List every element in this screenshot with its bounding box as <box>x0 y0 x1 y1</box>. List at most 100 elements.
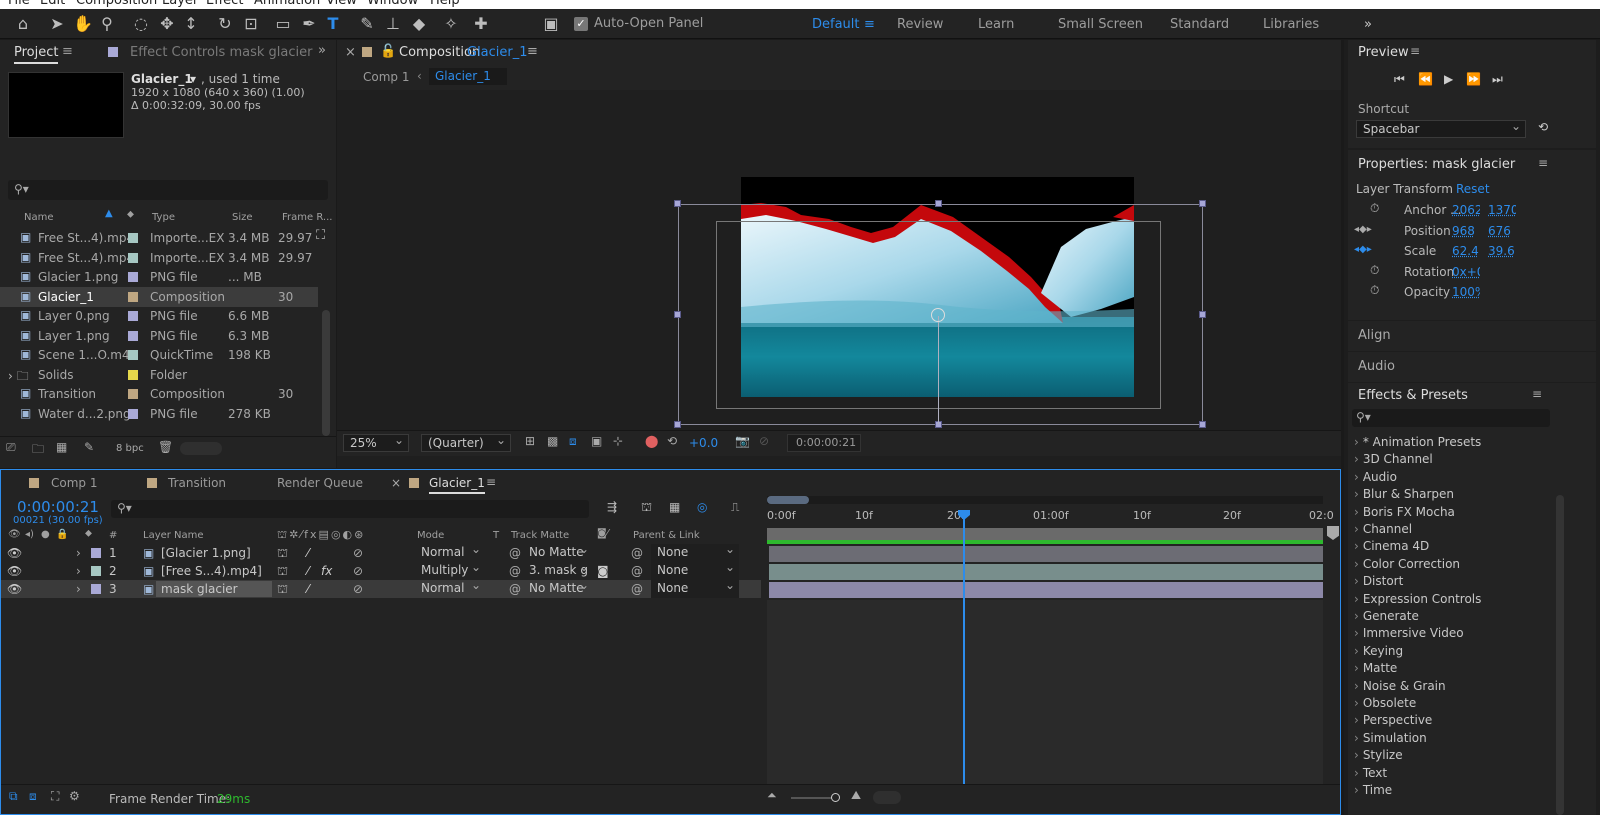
dolly-tool-icon[interactable]: ↕ <box>180 13 202 35</box>
grid-guides-icon[interactable]: ⊹ <box>613 434 623 448</box>
zoom-dropdown[interactable]: 25% <box>343 432 409 452</box>
orbit-tool-icon[interactable]: ◌ <box>130 13 152 35</box>
adjustment-switch-icon[interactable]: ⊘ <box>353 582 363 596</box>
selected-item-dropdown-icon[interactable]: ▾ <box>190 72 196 86</box>
effects-search-input[interactable]: ⚲▾ <box>1352 409 1550 427</box>
menu-help[interactable]: Help <box>430 0 460 8</box>
effects-category[interactable]: › 3D Channel <box>1354 452 1433 466</box>
stopwatch-icon[interactable]: ⏱ <box>1370 283 1379 298</box>
menu-file[interactable]: File <box>8 0 30 8</box>
type-tool-icon[interactable]: T <box>322 13 344 35</box>
effects-category[interactable]: › Audio <box>1354 470 1397 484</box>
breadcrumb-comp-1[interactable]: Comp 1 <box>363 70 409 84</box>
adjustment-switch-icon[interactable]: ⊘ <box>353 564 363 578</box>
motion-blur-icon[interactable]: ◎ <box>697 500 707 514</box>
track-matte-dropdown[interactable]: 3. mask g <box>523 562 593 580</box>
expand-layer-icon[interactable]: › <box>76 582 81 596</box>
rectangle-tool-icon[interactable]: ▭ <box>272 13 294 35</box>
quality-switch-icon[interactable]: ⁄ <box>307 582 309 596</box>
item-label-swatch[interactable] <box>128 369 138 380</box>
region-of-interest-icon[interactable]: ▣ <box>591 434 602 448</box>
stopwatch-icon[interactable]: ⏱ <box>1370 263 1379 278</box>
project-item[interactable]: ▣ Glacier_1 Composition 30 <box>0 286 318 307</box>
item-label-swatch[interactable] <box>128 408 138 419</box>
menu-view[interactable]: View <box>326 0 357 8</box>
prev-frame-icon[interactable]: ⏪ <box>1418 72 1433 86</box>
effects-scrollbar[interactable] <box>1556 495 1564 815</box>
project-item[interactable]: ▣ Layer 0.png PNG file 6.6 MB <box>0 306 318 326</box>
layer-switches-toggle-icon[interactable]: ⧉ <box>9 789 18 804</box>
fast-preview-icon[interactable]: ⊞ <box>525 434 535 448</box>
zoom-out-icon[interactable]: ⏶ <box>767 788 777 803</box>
properties-menu-icon[interactable]: ≡ <box>1538 156 1548 170</box>
track-matte-dropdown[interactable]: No Matte <box>523 544 593 562</box>
transform-handle-tl[interactable] <box>674 200 681 207</box>
close-tab-icon[interactable]: × <box>345 45 356 60</box>
track-matte-dropdown[interactable]: No Matte <box>523 580 593 598</box>
effects-category[interactable]: › Stylize <box>1354 748 1403 762</box>
new-folder-icon[interactable]: 🗀 <box>32 440 44 461</box>
menu-edit[interactable]: Edit <box>40 0 65 8</box>
workspace-learn[interactable]: Learn <box>978 17 1014 32</box>
property-value-2[interactable]: 39.6 <box>1488 244 1515 258</box>
property-value-1[interactable]: 968 <box>1452 224 1475 238</box>
item-label-swatch[interactable] <box>128 272 138 282</box>
col-mode[interactable]: Mode <box>417 530 444 541</box>
project-item[interactable]: ▣ Glacier 1.png PNG file ... MB <box>0 267 318 287</box>
time-ruler[interactable]: 0:00f 10f 20f 01:00f 10f 20f 02:0 <box>767 506 1334 528</box>
workspace-default[interactable]: Default <box>812 17 860 32</box>
quality-switch-icon[interactable]: ⁄ <box>307 564 309 578</box>
effects-category[interactable]: › Immersive Video <box>1354 626 1464 640</box>
col-name[interactable]: Name <box>24 212 54 223</box>
clone-stamp-icon[interactable]: ⊥ <box>382 13 404 35</box>
transparency-grid-icon[interactable]: ▩ <box>547 434 558 448</box>
col-layer-name[interactable]: Layer Name <box>143 530 204 541</box>
interpret-footage-icon[interactable]: ⎚ <box>6 440 16 455</box>
expand-layer-icon[interactable]: › <box>76 546 81 560</box>
property-value-2[interactable]: 676 <box>1488 224 1511 238</box>
shy-switch-icon[interactable]: ⛫ <box>277 582 288 598</box>
timeline-tab-glacier[interactable]: Glacier_1 <box>429 476 485 494</box>
visibility-eye-icon[interactable]: 👁 <box>7 546 22 560</box>
visibility-eye-icon[interactable]: 👁 <box>7 564 22 578</box>
matte-link-icon[interactable]: @ <box>509 564 521 578</box>
label-column-icon[interactable]: ⬥ <box>127 209 134 220</box>
play-icon[interactable]: ▶ <box>1444 72 1453 86</box>
property-value-1[interactable]: 100% <box>1452 285 1480 299</box>
effects-category[interactable]: › Matte <box>1354 661 1397 675</box>
layer-bar-1[interactable] <box>769 546 1323 562</box>
timeline-tab-transition[interactable]: Transition <box>168 476 226 490</box>
hand-tool-icon[interactable]: ✋ <box>72 13 94 35</box>
property-value-2[interactable]: 1370 <box>1488 203 1516 217</box>
rotate-tool-icon[interactable]: ↻ <box>214 13 236 35</box>
preview-menu-icon[interactable]: ≡ <box>1410 44 1420 58</box>
render-time-toggle-icon[interactable]: ⚙ <box>69 789 80 803</box>
parent-dropdown[interactable]: None <box>651 577 739 598</box>
playhead-line[interactable] <box>963 514 965 784</box>
trash-icon[interactable]: 🗑 <box>158 440 173 454</box>
panel-menu-icon[interactable]: ≡ <box>62 44 73 59</box>
effects-category[interactable]: › Expression Controls <box>1354 592 1481 606</box>
effects-category[interactable]: › Simulation <box>1354 731 1427 745</box>
zoom-tool-icon[interactable]: ⚲ <box>96 13 118 35</box>
matte-link-icon[interactable]: @ <box>509 582 521 596</box>
timeline-scroll-pill[interactable] <box>873 791 901 804</box>
project-item[interactable]: ▣ Transition Composition 30 <box>0 384 318 404</box>
item-label-swatch[interactable] <box>128 330 138 341</box>
menu-animation[interactable]: Animation <box>254 0 320 8</box>
item-label-swatch[interactable] <box>128 389 138 399</box>
col-parent-link[interactable]: Parent & Link <box>633 530 700 541</box>
effects-category[interactable]: › Boris FX Mocha <box>1354 505 1455 519</box>
pick-whip-icon[interactable]: @ <box>631 582 643 596</box>
effects-category[interactable]: › Time <box>1354 783 1392 797</box>
item-label-swatch[interactable] <box>128 233 138 243</box>
layer-bar-2[interactable] <box>769 564 1323 580</box>
mask-visibility-icon[interactable]: ⧈ <box>569 434 577 449</box>
reset-link[interactable]: Reset <box>1456 182 1490 196</box>
frame-blending-icon[interactable]: ▦ <box>669 500 680 514</box>
last-frame-icon[interactable]: ⏭ <box>1492 72 1503 87</box>
adjustment-switch-icon[interactable]: ⊘ <box>353 546 363 560</box>
project-item[interactable]: ▣ Water d...2.png PNG file 278 KB <box>0 404 318 424</box>
effects-category[interactable]: › Cinema 4D <box>1354 539 1429 553</box>
property-value-1[interactable]: 0x+0° <box>1452 265 1480 279</box>
